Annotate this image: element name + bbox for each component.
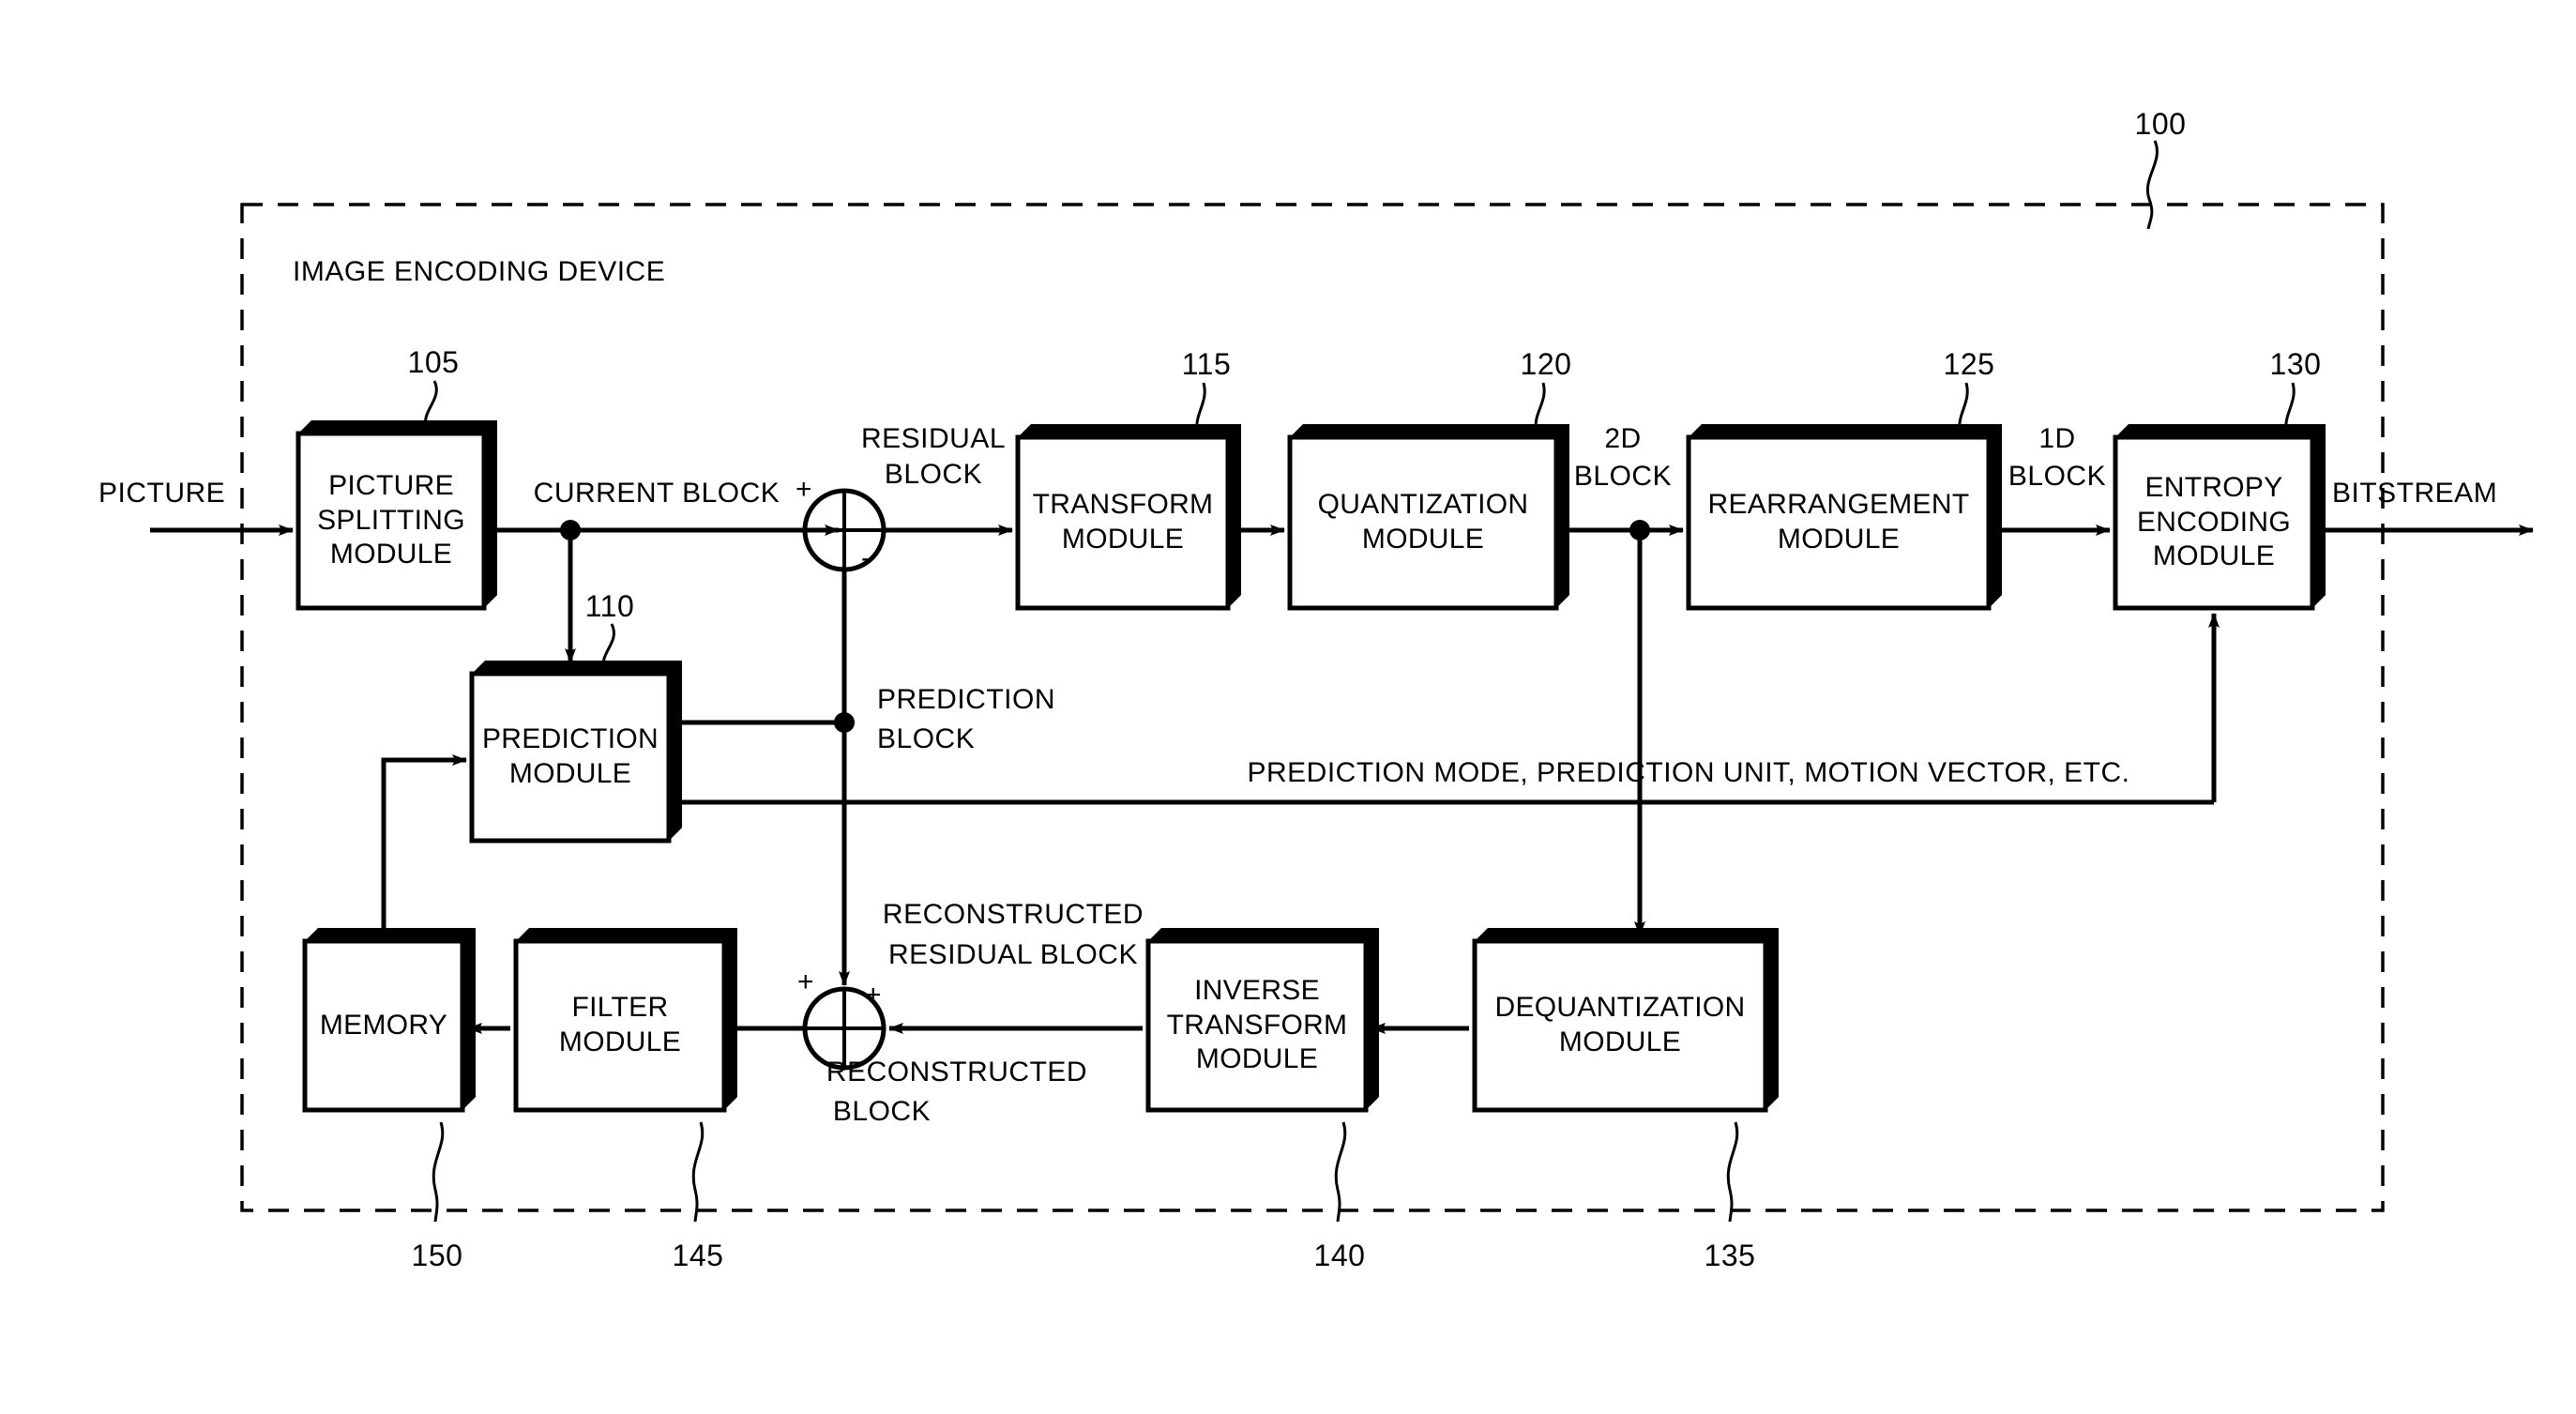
reference-number-115: 115 <box>1181 347 1232 381</box>
box-dequantization <box>1472 938 1768 1113</box>
subtractor-minus-sign: - <box>861 542 871 573</box>
signal-label-reconstructed-residual-line1: RECONSTRUCTED <box>882 899 1144 930</box>
signal-label-residual-block-line2: BLOCK <box>884 459 983 490</box>
signal-label-reconstructed-block-line2: BLOCK <box>832 1096 932 1127</box>
signal-label-reconstructed-residual-line2: RESIDUAL BLOCK <box>888 939 1138 970</box>
reference-number-135: 135 <box>1704 1239 1756 1272</box>
diagram-vector-layer <box>150 140 2534 1223</box>
leader-100 <box>2145 140 2159 230</box>
subtractor-plus-sign: + <box>796 474 812 505</box>
signal-label-residual-block-line1: RESIDUAL <box>860 423 1007 454</box>
wire-memory-feedback <box>381 754 467 941</box>
box-quantization <box>1287 434 1559 611</box>
signal-label-current-block: CURRENT BLOCK <box>533 478 780 509</box>
junction-current-block <box>560 520 581 540</box>
reconstruction-adder-plus-sign-top: + <box>797 966 814 997</box>
reference-number-150: 150 <box>411 1239 463 1272</box>
device-title: IMAGE ENCODING DEVICE <box>293 256 666 287</box>
signal-label-1d-block-line2: BLOCK <box>2008 461 2107 492</box>
junction-2d-block <box>1629 520 1650 540</box>
signal-label-prediction-block-line2: BLOCK <box>877 723 976 754</box>
reference-number-110: 110 <box>584 589 635 623</box>
reference-number-120: 120 <box>1520 347 1572 381</box>
reference-number-125: 125 <box>1943 347 1995 381</box>
box-picture-splitting <box>295 431 487 611</box>
leader-135 <box>1726 1121 1739 1223</box>
reference-number-105: 105 <box>407 345 460 379</box>
reference-number-145: 145 <box>672 1239 724 1272</box>
signal-label-reconstructed-block-line1: RECONSTRUCTED <box>826 1057 1088 1087</box>
box-transform <box>1015 434 1231 611</box>
signal-label-picture: PICTURE <box>98 478 226 509</box>
box-inverse-transform <box>1145 938 1369 1113</box>
leader-140 <box>1334 1121 1347 1223</box>
signal-label-2d-block-line2: BLOCK <box>1573 461 1673 492</box>
box-memory <box>302 938 465 1113</box>
leader-145 <box>691 1121 705 1223</box>
box-filter <box>513 938 727 1113</box>
signal-label-bitstream: BITSTREAM <box>2332 478 2498 509</box>
reconstruction-adder-plus-sign-right: + <box>865 980 882 1011</box>
signal-label-side-info: PREDICTION MODE, PREDICTION UNIT, MOTION… <box>1247 757 2130 788</box>
signal-label-1d-block-line1: 1D <box>2038 423 2076 454</box>
box-prediction <box>469 671 672 844</box>
box-entropy-encoding <box>2113 434 2315 611</box>
reference-number-100: 100 <box>2134 107 2187 141</box>
junction-prediction-block <box>834 712 855 733</box>
signal-label-prediction-block-line1: PREDICTION <box>877 684 1056 715</box>
reference-number-140: 140 <box>1313 1239 1366 1272</box>
patent-figure-image-encoding-device: IMAGE ENCODING DEVICE 100 105 110 115 12… <box>0 0 2576 1414</box>
signal-label-2d-block-line1: 2D <box>1604 423 1642 454</box>
leader-150 <box>432 1121 445 1223</box>
reference-number-130: 130 <box>2269 347 2322 381</box>
box-rearrangement <box>1686 434 1992 611</box>
